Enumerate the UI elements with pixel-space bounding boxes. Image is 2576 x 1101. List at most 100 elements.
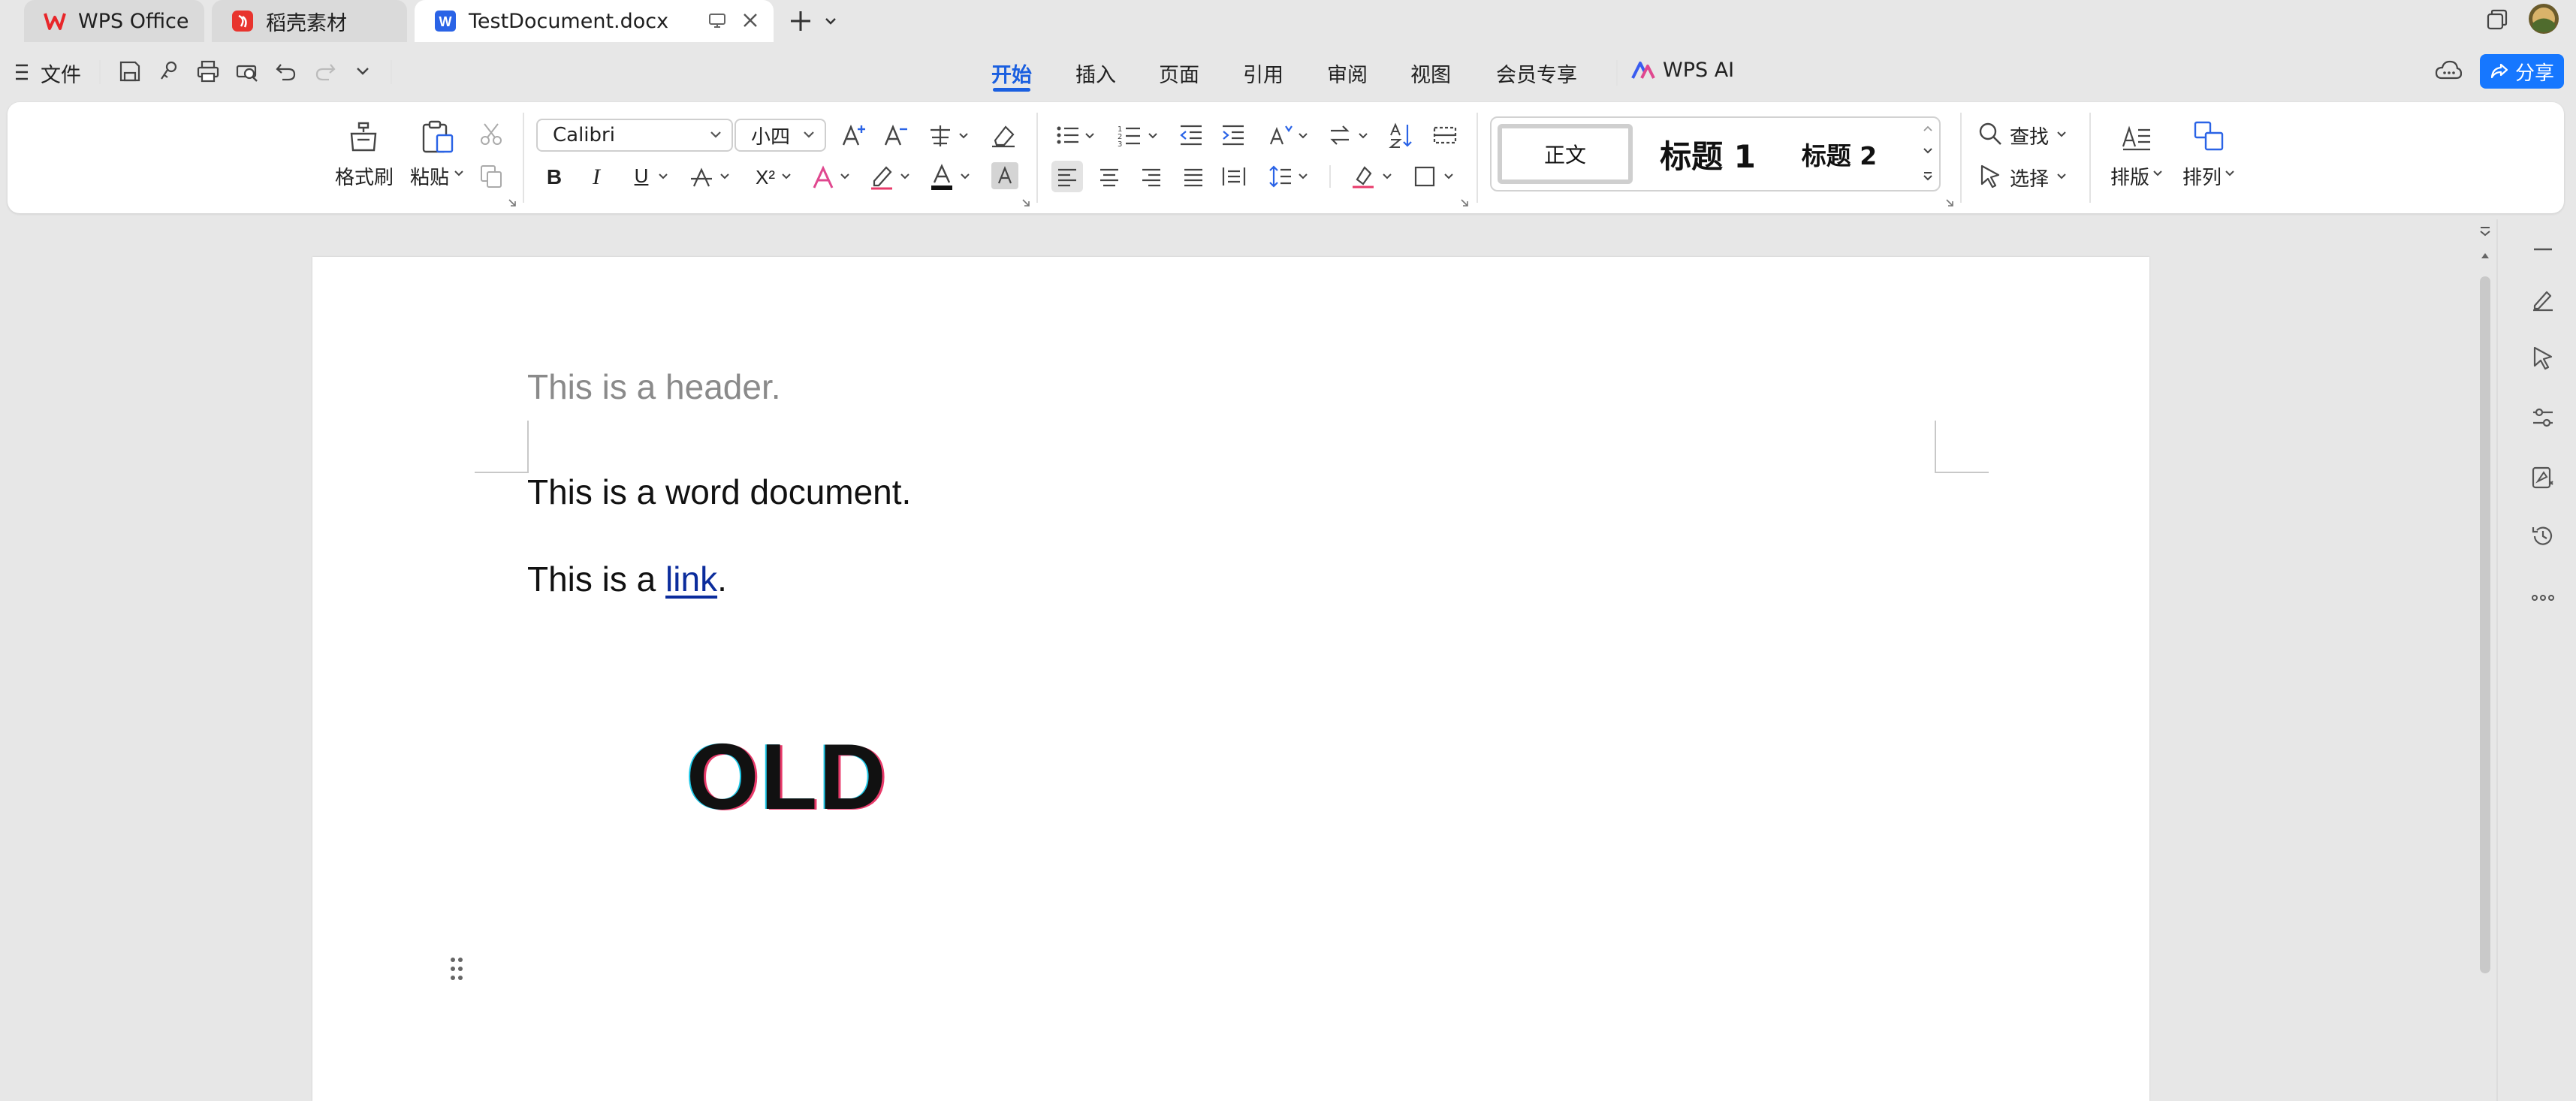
wps-ai-button[interactable]: WPS AI (1663, 59, 1734, 82)
select-pointer-icon[interactable] (2529, 344, 2556, 371)
cloud-icon[interactable] (2435, 59, 2462, 83)
font-expand-icon[interactable] (1021, 198, 1030, 207)
document-page[interactable]: This is a header. This is a word documen… (312, 257, 2149, 1101)
paragraph-shading-chevron-icon[interactable] (1382, 173, 1392, 180)
gallery-more-icon[interactable] (1923, 170, 1933, 182)
phonetic-guide-icon[interactable] (925, 120, 955, 150)
border-chevron-icon[interactable] (1443, 173, 1454, 180)
print-preview-icon[interactable] (234, 59, 260, 84)
border-icon[interactable] (1409, 161, 1440, 192)
format-painter-label[interactable]: 格式刷 (335, 162, 394, 190)
align-right-button[interactable] (1136, 161, 1167, 192)
line-spacing-icon[interactable] (1265, 161, 1296, 192)
arrange-chevron-icon[interactable] (2225, 170, 2235, 177)
increase-indent-icon[interactable] (1218, 120, 1248, 150)
tab-wps-office[interactable]: WPS Office (24, 0, 204, 42)
tab-home[interactable]: 开始 (991, 59, 1032, 88)
drag-handle-icon[interactable] (448, 955, 466, 982)
select-chevron-icon[interactable] (2056, 173, 2067, 180)
style-heading-1[interactable]: 标题 1 (1640, 124, 1775, 184)
font-name-select[interactable]: Calibri (536, 119, 733, 152)
menu-icon[interactable] (14, 62, 30, 83)
undo-icon[interactable] (273, 59, 299, 84)
numbered-list-icon[interactable]: 123 (1115, 120, 1145, 150)
line-spacing-chevron-icon[interactable] (1298, 173, 1308, 180)
tab-list-chevron-icon[interactable] (823, 14, 838, 29)
tab-test-document[interactable]: W TestDocument.docx (415, 0, 774, 42)
tab-review[interactable]: 审阅 (1327, 59, 1368, 88)
ltr-rtl-chevron-icon[interactable] (1358, 132, 1368, 140)
superscript-chevron-icon[interactable] (781, 173, 792, 180)
gallery-down-icon[interactable] (1923, 146, 1933, 155)
clipboard-expand-icon[interactable] (508, 198, 517, 207)
clear-format-icon[interactable] (988, 120, 1018, 150)
paste-label[interactable]: 粘贴 (410, 162, 449, 190)
new-tab-icon[interactable] (787, 8, 814, 35)
window-restore-icon[interactable] (2484, 8, 2510, 33)
tab-docer[interactable]: 稻壳素材 (212, 0, 407, 42)
close-tab-icon[interactable] (741, 11, 760, 30)
scrollbar-thumb[interactable] (2480, 276, 2490, 973)
strikethrough-chevron-icon[interactable] (719, 173, 730, 180)
font-color-chevron-icon[interactable] (960, 173, 970, 180)
scroll-up-icon[interactable] (2480, 251, 2490, 260)
align-left-button[interactable] (1051, 161, 1083, 192)
text-direction-chevron-icon[interactable] (1298, 132, 1308, 140)
print-icon[interactable] (195, 59, 221, 84)
quick-access-chevron-icon[interactable] (354, 65, 371, 78)
copy-icon[interactable] (478, 162, 505, 189)
underline-button[interactable]: U (626, 161, 656, 191)
scroll-split-icon[interactable] (2478, 225, 2492, 239)
find-chevron-icon[interactable] (2056, 131, 2067, 138)
styles-expand-icon[interactable] (1945, 198, 1954, 207)
find-label[interactable]: 查找 (2010, 122, 2049, 149)
bullet-chevron-icon[interactable] (1084, 132, 1095, 140)
file-menu[interactable]: 文件 (41, 59, 81, 88)
paste-chevron-icon[interactable] (454, 170, 464, 177)
bold-button[interactable]: B (539, 162, 569, 192)
paragraph-shading-icon[interactable] (1347, 161, 1379, 192)
body-paragraph[interactable]: This is a word document. (527, 472, 911, 512)
layout-chevron-icon[interactable] (2152, 170, 2163, 177)
font-size-select[interactable]: 小四 (734, 119, 826, 152)
show-marks-icon[interactable] (1430, 120, 1460, 150)
gallery-up-icon[interactable] (1923, 124, 1933, 133)
tab-membership[interactable]: 会员专享 (1496, 59, 1577, 88)
layout-icon[interactable] (2118, 117, 2155, 155)
wordart-text[interactable]: OLD (686, 724, 888, 831)
redo-icon[interactable] (312, 59, 338, 84)
settings-sliders-icon[interactable] (2529, 404, 2556, 431)
collapse-sidebar-icon[interactable] (2529, 236, 2556, 263)
sort-icon[interactable] (1386, 120, 1416, 150)
highlight-chevron-icon[interactable] (900, 173, 910, 180)
strikethrough-icon[interactable] (686, 162, 716, 192)
page-header-text[interactable]: This is a header. (527, 366, 781, 407)
format-painter-icon[interactable] (344, 117, 383, 156)
arrange-icon[interactable] (2190, 117, 2228, 155)
text-direction-icon[interactable] (1265, 120, 1295, 150)
pen-edit-icon[interactable] (2529, 285, 2556, 312)
text-effect-chevron-icon[interactable] (840, 173, 850, 180)
paste-icon[interactable] (418, 117, 457, 156)
style-heading-2[interactable]: 标题 2 (1783, 124, 1896, 184)
phonetic-chevron-icon[interactable] (958, 132, 969, 140)
arrange-label[interactable]: 排列 (2182, 162, 2222, 190)
ai-writing-icon[interactable] (2529, 464, 2556, 491)
body-paragraph-link[interactable]: This is a link. (527, 559, 727, 599)
bullet-list-icon[interactable] (1053, 120, 1083, 150)
ltr-rtl-icon[interactable] (1325, 120, 1355, 150)
style-normal[interactable]: 正文 (1498, 124, 1633, 184)
decrease-font-size-icon[interactable] (882, 120, 912, 150)
tab-view[interactable]: 视图 (1410, 59, 1451, 88)
increase-font-size-icon[interactable] (840, 120, 870, 150)
font-color-icon[interactable] (927, 161, 957, 192)
superscript-button[interactable]: X² (750, 162, 781, 192)
tab-page[interactable]: 页面 (1159, 59, 1199, 88)
share-button[interactable]: 分享 (2480, 54, 2564, 89)
select-label[interactable]: 选择 (2010, 164, 2049, 192)
character-shading-icon[interactable] (991, 162, 1018, 189)
history-icon[interactable] (2529, 523, 2556, 550)
save-icon[interactable] (117, 59, 143, 84)
more-options-icon[interactable] (2529, 584, 2556, 611)
italic-button[interactable]: I (581, 162, 611, 192)
